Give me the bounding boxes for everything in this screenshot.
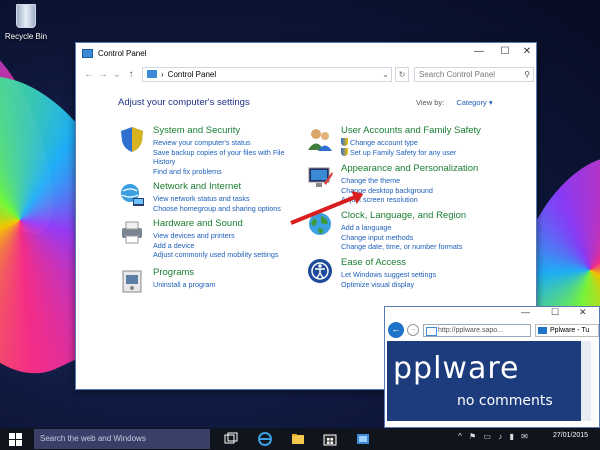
programs-icon bbox=[122, 270, 142, 293]
address-bar: ← → ⌄ ↑ › Control Panel ⌄ ↻ Search Contr… bbox=[82, 65, 534, 83]
site-banner[interactable]: pplware no comments bbox=[387, 341, 591, 421]
view-by: View by: Category ▾ bbox=[416, 98, 493, 107]
start-button[interactable] bbox=[0, 428, 30, 450]
category-link[interactable]: Set up Family Safety for any user bbox=[341, 147, 456, 158]
category-link[interactable]: Review your computer's status bbox=[153, 138, 288, 148]
category-link[interactable]: Add a language bbox=[341, 223, 462, 233]
browser-tab[interactable]: Pplware - Tu bbox=[535, 324, 599, 337]
chevron-down-icon[interactable]: ⌄ bbox=[382, 70, 389, 79]
computer-icon bbox=[147, 70, 157, 78]
breadcrumb-separator-icon: › bbox=[161, 69, 164, 79]
url-input[interactable]: http://pplware.sapo... bbox=[423, 324, 531, 337]
uac-shield-icon bbox=[341, 138, 348, 146]
category-title[interactable]: Ease of Access bbox=[341, 257, 406, 268]
category-link[interactable]: Save backup copies of your files with Fi… bbox=[153, 148, 288, 167]
category-title[interactable]: User Accounts and Family Safety bbox=[341, 125, 481, 136]
close-button[interactable]: ✕ bbox=[514, 43, 540, 63]
category-title[interactable]: Network and Internet bbox=[153, 181, 241, 192]
close-button[interactable]: ✕ bbox=[579, 307, 587, 318]
view-by-label: View by: bbox=[416, 98, 445, 107]
control-panel-taskbar-icon[interactable] bbox=[355, 431, 371, 447]
internet-explorer-icon[interactable] bbox=[257, 431, 273, 447]
category-link[interactable]: Add a device bbox=[153, 241, 278, 251]
forward-arrow-icon[interactable]: → bbox=[407, 324, 419, 336]
uac-shield-icon bbox=[341, 147, 348, 156]
forward-arrow-icon[interactable]: → bbox=[96, 69, 110, 80]
action-center-icon[interactable]: ✉ bbox=[521, 432, 528, 441]
site-logo: pplware bbox=[393, 351, 520, 386]
category-title[interactable]: System and Security bbox=[153, 125, 240, 136]
title-bar: Control Panel — ☐ ✕ bbox=[76, 43, 536, 63]
category-link[interactable]: Choose homegroup and sharing options bbox=[153, 204, 281, 214]
category-link[interactable]: Change account type bbox=[341, 138, 456, 148]
browser-toolbar: ← → http://pplware.sapo... Pplware - Tu bbox=[385, 321, 599, 339]
category-link[interactable]: Uninstall a program bbox=[153, 280, 215, 290]
view-by-dropdown[interactable]: Category ▾ bbox=[456, 98, 492, 107]
shield-icon bbox=[121, 127, 143, 152]
category-title[interactable]: Appearance and Personalization bbox=[341, 163, 478, 174]
category-title[interactable]: Hardware and Sound bbox=[153, 218, 243, 229]
category-link[interactable]: Change date, time, or number formats bbox=[341, 242, 462, 252]
breadcrumb[interactable]: Control Panel bbox=[168, 70, 216, 79]
network-icon bbox=[121, 184, 144, 206]
category-link[interactable]: Let Windows suggest settings bbox=[341, 270, 436, 280]
taskbar-search-input[interactable]: Search the web and Windows bbox=[34, 429, 210, 449]
recycle-bin-icon bbox=[16, 4, 36, 28]
control-panel-icon bbox=[82, 48, 93, 58]
category-link[interactable]: Change input methods bbox=[341, 233, 462, 243]
task-view-icon[interactable] bbox=[223, 431, 239, 447]
search-placeholder: Search Control Panel bbox=[419, 69, 496, 79]
category-title[interactable]: Clock, Language, and Region bbox=[341, 210, 466, 221]
maximize-button[interactable]: ☐ bbox=[551, 307, 559, 318]
display-icon bbox=[308, 167, 333, 187]
category-link[interactable]: View network status and tasks bbox=[153, 194, 281, 204]
up-arrow-icon[interactable]: ↑ bbox=[124, 69, 138, 80]
back-arrow-icon[interactable]: ← bbox=[388, 322, 404, 338]
search-icon[interactable]: ⚲ bbox=[524, 68, 530, 81]
recent-dropdown-icon[interactable]: ⌄ bbox=[110, 69, 124, 80]
page-title: Adjust your computer's settings bbox=[118, 97, 250, 108]
windows-logo-icon bbox=[8, 432, 22, 446]
battery-icon[interactable]: ▮ bbox=[509, 432, 513, 441]
refresh-icon[interactable]: ↻ bbox=[395, 66, 409, 82]
minimize-button[interactable]: — bbox=[521, 307, 530, 317]
browser-window: — ☐ ✕ ← → http://pplware.sapo... Pplware… bbox=[384, 306, 600, 428]
file-explorer-icon[interactable] bbox=[290, 431, 306, 447]
show-hidden-icons-icon[interactable]: ^ bbox=[458, 432, 462, 441]
notification-icon[interactable]: ▭ bbox=[483, 432, 491, 441]
category-link[interactable]: Optimize visual display bbox=[341, 280, 436, 290]
printer-icon bbox=[122, 221, 142, 244]
site-slogan: no comments bbox=[457, 393, 553, 409]
page-edge bbox=[581, 341, 591, 421]
taskbar: Search the web and Windows ^ ⚑ ▭ ♪ ▮ ✉ 2… bbox=[0, 428, 600, 450]
address-box[interactable]: › Control Panel ⌄ bbox=[142, 66, 392, 82]
volume-icon[interactable]: ♪ bbox=[498, 432, 502, 441]
window-title: Control Panel bbox=[98, 48, 147, 58]
category-link[interactable]: Find and fix problems bbox=[153, 167, 288, 177]
back-arrow-icon[interactable]: ← bbox=[82, 69, 96, 80]
system-tray: ^ ⚑ ▭ ♪ ▮ ✉ bbox=[458, 432, 533, 441]
category-link[interactable]: Adjust commonly used mobility settings bbox=[153, 250, 278, 260]
recycle-bin[interactable]: Recycle Bin bbox=[4, 4, 48, 41]
people-icon[interactable]: ⚑ bbox=[469, 432, 476, 441]
recycle-bin-label: Recycle Bin bbox=[4, 32, 48, 41]
category-title[interactable]: Programs bbox=[153, 267, 194, 278]
category-link[interactable]: Change the theme bbox=[341, 176, 433, 186]
store-icon[interactable] bbox=[322, 431, 338, 447]
browser-title-bar: — ☐ ✕ bbox=[385, 307, 599, 321]
ease-of-access-icon bbox=[308, 259, 332, 283]
search-input[interactable]: Search Control Panel ⚲ bbox=[414, 66, 534, 82]
minimize-button[interactable]: — bbox=[466, 43, 492, 63]
taskbar-clock[interactable]: 27/01/2015 bbox=[553, 432, 588, 439]
users-icon bbox=[308, 129, 332, 151]
category-link[interactable]: View devices and printers bbox=[153, 231, 278, 241]
